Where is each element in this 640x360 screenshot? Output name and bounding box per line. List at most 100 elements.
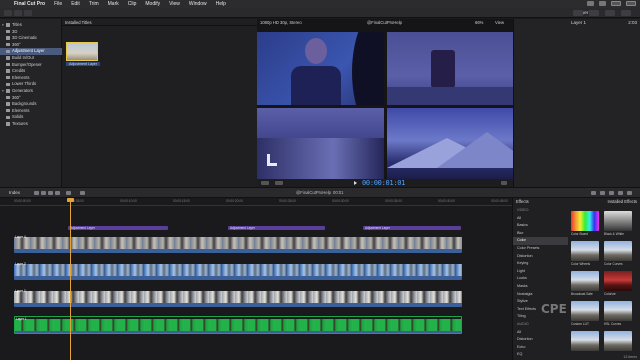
connect-icon[interactable] (48, 191, 53, 195)
folder-icon (6, 102, 10, 106)
playhead[interactable] (70, 198, 71, 360)
effects-category[interactable]: Blur (513, 230, 568, 238)
effects-category[interactable]: Masks (513, 283, 568, 291)
library-toggle-icon[interactable] (4, 10, 12, 16)
transform-icon[interactable] (275, 181, 283, 185)
sidebar-item[interactable]: 3D (0, 29, 62, 36)
viewer-canvas[interactable] (257, 32, 513, 196)
effects-category[interactable]: All (513, 215, 568, 223)
adjustment-layer-clip[interactable]: Adjustment Layer (363, 226, 461, 230)
sidebar-item[interactable]: Elements (0, 75, 62, 82)
toolbar-control-button[interactable] (621, 10, 631, 16)
clip-appearance-icon[interactable] (618, 191, 623, 195)
timeline[interactable]: 00:00:00:00 00:00:05:00 00:00:10:00 00:00:1… (0, 198, 512, 360)
menu-trim[interactable]: Trim (89, 1, 99, 7)
sidebar-item[interactable]: Credits (0, 68, 62, 75)
sidebar-item[interactable]: 3D Cinematic (0, 35, 62, 42)
timeline-track[interactable]: Layer 3 (14, 262, 462, 280)
timecode-display[interactable]: 00:00:01:01 (362, 179, 405, 187)
sidebar-item[interactable]: Lower Thirds (0, 81, 62, 88)
select-tool-icon[interactable] (66, 191, 71, 195)
effect-thumbnail[interactable] (571, 241, 599, 261)
effect-thumbnail[interactable] (571, 331, 599, 351)
effect-thumbnail[interactable] (571, 211, 599, 231)
adjustment-layer-clip[interactable]: Adjustment Layer (68, 226, 168, 230)
menu-window[interactable]: Window (189, 1, 207, 7)
effect-thumbnail[interactable] (604, 241, 632, 261)
effects-category[interactable]: Color Presets (513, 245, 568, 253)
timeline-ruler[interactable]: 00:00:00:00 00:00:05:00 00:00:10:00 00:00:1… (0, 198, 512, 206)
effect-thumbnail[interactable] (571, 301, 599, 321)
effects-category[interactable]: EQ (513, 351, 568, 359)
effect-thumbnail[interactable] (604, 271, 632, 291)
skimming-icon[interactable] (627, 191, 632, 195)
timeline-track[interactable]: Layer 2 (14, 289, 462, 307)
playhead-handle[interactable] (67, 198, 74, 202)
menu-view[interactable]: View (169, 1, 180, 7)
adjustment-layer-clip[interactable]: Adjustment Layer (228, 226, 325, 230)
menu-modify[interactable]: Modify (145, 1, 160, 7)
effects-category[interactable]: Light (513, 268, 568, 276)
sidebar-item[interactable]: Bumper/Opener (0, 62, 62, 69)
effects-category[interactable]: Distortion (513, 336, 568, 344)
effect-thumbnail[interactable] (604, 211, 632, 231)
sidebar-item[interactable]: Solids (0, 114, 62, 121)
effects-browser-icon[interactable] (600, 191, 605, 195)
menu-clip[interactable]: Clip (128, 1, 137, 7)
append-icon[interactable] (34, 191, 39, 195)
fullscreen-icon[interactable] (501, 181, 507, 185)
installed-effects-title[interactable]: Installed Effects (608, 198, 637, 205)
sidebar-item[interactable]: 360° (0, 42, 62, 49)
transitions-browser-icon[interactable] (609, 191, 614, 195)
effects-category[interactable]: Color (513, 237, 568, 245)
effect-thumbnail[interactable] (604, 331, 632, 351)
status-icon[interactable] (626, 1, 636, 6)
track-audio-waveform (14, 249, 462, 253)
insert-icon[interactable] (41, 191, 46, 195)
menu-help[interactable]: Help (216, 1, 226, 7)
timeline-track[interactable]: Layer 4 (14, 235, 462, 253)
sidebar-item[interactable]: ▾ Titles (0, 22, 62, 29)
sidebar-item[interactable]: Adjustment Layer (0, 48, 62, 55)
effect-thumbnail[interactable] (604, 301, 632, 321)
toolbar-control-button[interactable] (605, 10, 615, 16)
effect-thumbnail[interactable] (571, 271, 599, 291)
effect-label: Color Board (571, 232, 589, 236)
menu-edit[interactable]: Edit (71, 1, 80, 7)
index-button[interactable]: Index (9, 190, 20, 195)
adjustment-layer-thumbnail[interactable] (66, 42, 98, 61)
menu-app[interactable]: Final Cut Pro (14, 1, 45, 7)
effects-category[interactable]: Distortion (513, 253, 568, 261)
status-icon[interactable] (587, 1, 594, 6)
status-icon[interactable] (599, 1, 606, 6)
timeline-track[interactable]: Layer 1 (14, 316, 462, 334)
photos-toggle-icon[interactable] (14, 10, 22, 16)
effects-category[interactable]: Keying (513, 260, 568, 268)
effects-category[interactable]: Looks (513, 275, 568, 283)
effects-category[interactable]: Echo (513, 344, 568, 352)
status-icon[interactable] (611, 1, 621, 6)
sidebar-item[interactable]: Build In/Out (0, 55, 62, 62)
menu-file[interactable]: File (54, 1, 62, 7)
undo-icon[interactable] (80, 191, 85, 195)
titles-toggle-icon[interactable] (24, 10, 32, 16)
play-icon[interactable] (354, 181, 357, 185)
effects-category[interactable]: Nostalgia (513, 291, 568, 299)
browser-clip-label[interactable]: Adjustment Layer (66, 62, 100, 66)
sidebar-item[interactable]: ▾ Generators (0, 88, 62, 95)
share-button[interactable] (573, 10, 583, 16)
zoom-dropdown[interactable]: 66% (475, 19, 483, 27)
overwrite-icon[interactable] (55, 191, 60, 195)
sidebar-item[interactable]: 360° (0, 95, 62, 102)
menu-mark[interactable]: Mark (108, 1, 119, 7)
effects-category[interactable]: All (513, 329, 568, 337)
toolbar-control-button[interactable] (589, 10, 599, 16)
effects-category[interactable]: Basics (513, 222, 568, 230)
sidebar-item[interactable]: Elements (0, 108, 62, 115)
ruler-tick-label: 00:00:00:00 (14, 199, 31, 203)
viewer-options-icon[interactable] (261, 181, 269, 185)
view-dropdown[interactable]: View (495, 19, 504, 27)
audio-meter-icon[interactable] (591, 191, 596, 195)
sidebar-item[interactable]: Textures (0, 121, 62, 128)
sidebar-item[interactable]: Backgrounds (0, 101, 62, 108)
